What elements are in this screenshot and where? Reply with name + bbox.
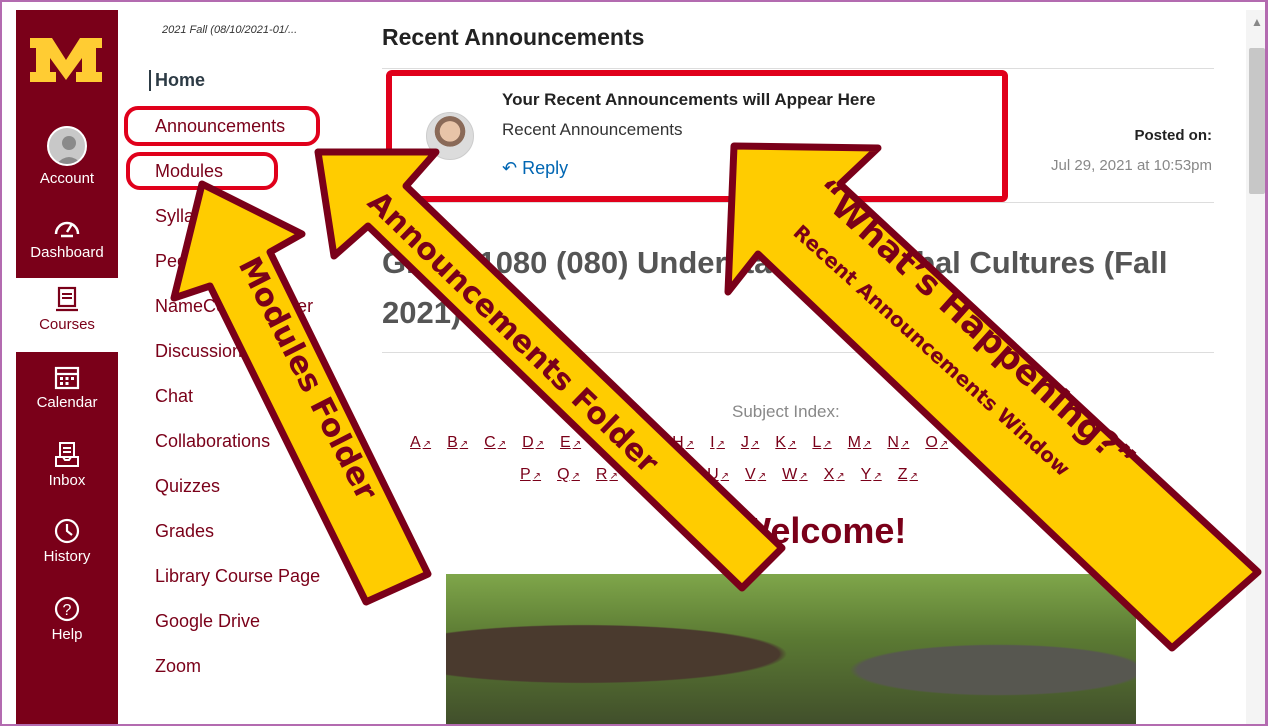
subject-index-link[interactable]: L: [812, 434, 831, 452]
subject-index-link[interactable]: U: [707, 466, 729, 484]
nav-courses-label: Courses: [39, 316, 95, 333]
divider: [382, 68, 1214, 69]
nav-calendar[interactable]: Calendar: [16, 356, 118, 428]
course-title: GLOS 1080 (080) Understanding Global Cul…: [382, 245, 1168, 330]
svg-text:?: ?: [63, 602, 72, 619]
course-nav-library[interactable]: Library Course Page: [155, 566, 320, 587]
course-photo: [446, 574, 1136, 724]
subject-index-row: PQRSTUVWXYZ: [520, 466, 934, 484]
nav-inbox-label: Inbox: [48, 472, 86, 489]
announcements-highlight: [124, 106, 320, 146]
subject-index-link[interactable]: B: [447, 434, 468, 452]
subject-index-link[interactable]: C: [484, 434, 506, 452]
help-icon: ?: [54, 596, 80, 622]
modules-highlight: [126, 152, 278, 190]
browser-frame: Account Dashboard Courses Calendar Inbox…: [0, 0, 1268, 726]
subject-index-link[interactable]: Y: [861, 466, 882, 484]
subject-index-link[interactable]: A: [410, 434, 431, 452]
subject-index-link[interactable]: Q: [557, 466, 580, 484]
inbox-icon: [55, 442, 79, 467]
subject-index-link[interactable]: F: [597, 434, 617, 452]
posted-on-label: Posted on:: [1134, 127, 1213, 144]
nav-account-label: Account: [39, 170, 95, 187]
nav-calendar-label: Calendar: [36, 394, 98, 411]
dashboard-icon: [54, 221, 80, 238]
posted-date: Jul 29, 2021 at 10:53pm: [1051, 157, 1212, 174]
nav-dashboard[interactable]: Dashboard: [16, 206, 118, 278]
nav-inbox[interactable]: Inbox: [16, 434, 118, 506]
subject-index-link[interactable]: T: [671, 466, 691, 484]
nav-dashboard-label: Dashboard: [30, 244, 104, 261]
account-avatar-icon: [47, 126, 87, 166]
course-navigation: 2021 Fall (08/10/2021-01/... Home Announ…: [118, 10, 350, 724]
subject-index-link[interactable]: R: [596, 466, 618, 484]
history-icon: [54, 518, 80, 544]
subject-index-link[interactable]: P: [520, 466, 541, 484]
course-nav-discussions[interactable]: Discussions: [155, 341, 251, 362]
subject-index-link[interactable]: K: [775, 434, 796, 452]
subject-index-link[interactable]: G: [633, 434, 656, 452]
course-nav-chat[interactable]: Chat: [155, 386, 193, 407]
divider: [382, 352, 1214, 353]
subject-index-label: Subject Index:: [732, 402, 840, 421]
subject-index-link[interactable]: D: [522, 434, 544, 452]
course-nav-quizzes[interactable]: Quizzes: [155, 476, 220, 497]
nav-history-label: History: [43, 548, 91, 565]
nav-courses[interactable]: Courses: [16, 278, 118, 352]
main-content: Recent Announcements Your Recent Announc…: [382, 10, 1242, 724]
scroll-thumb[interactable]: [1249, 48, 1265, 194]
subject-index-row: ABCDEFGHIJKLMNO: [410, 434, 964, 452]
subject-index-link[interactable]: H: [672, 434, 694, 452]
subject-index-link[interactable]: W: [782, 466, 808, 484]
courses-icon: [56, 286, 78, 312]
subject-index-link[interactable]: V: [745, 466, 766, 484]
subject-index-link[interactable]: E: [560, 434, 581, 452]
welcome-heading: Welcome!: [737, 510, 907, 551]
calendar-icon: [54, 366, 80, 390]
course-nav-people[interactable]: People: [155, 251, 211, 272]
course-nav-collaborations[interactable]: Collaborations: [155, 431, 270, 452]
course-nav-syllabus[interactable]: Syllabus: [155, 206, 223, 227]
subject-index-link[interactable]: O: [925, 434, 948, 452]
course-nav-namecoach[interactable]: NameCoach Roster: [155, 296, 313, 317]
subject-index-link[interactable]: I: [710, 434, 725, 452]
recent-announcements-heading: Recent Announcements: [382, 24, 645, 50]
nav-account[interactable]: Account: [16, 122, 118, 194]
subject-index-link[interactable]: J: [741, 434, 759, 452]
nav-history[interactable]: History: [16, 510, 118, 582]
subject-index-link[interactable]: X: [824, 466, 845, 484]
subject-index-link[interactable]: Z: [898, 466, 918, 484]
nav-help[interactable]: ? Help: [16, 588, 118, 660]
scroll-up-icon[interactable]: ▲: [1249, 14, 1265, 30]
nav-help-label: Help: [51, 626, 83, 643]
course-nav-zoom[interactable]: Zoom: [155, 656, 201, 677]
course-nav-home[interactable]: Home: [149, 70, 205, 91]
global-navigation: Account Dashboard Courses Calendar Inbox…: [16, 10, 118, 724]
course-nav-google-drive[interactable]: Google Drive: [155, 611, 260, 632]
subject-index-link[interactable]: M: [848, 434, 872, 452]
term-label: 2021 Fall (08/10/2021-01/...: [162, 24, 298, 36]
recent-announcements-highlight: [386, 70, 1008, 202]
university-logo-icon[interactable]: [28, 32, 104, 88]
subject-index-link[interactable]: S: [634, 466, 655, 484]
divider: [382, 202, 1214, 203]
course-nav-grades[interactable]: Grades: [155, 521, 214, 542]
subject-index-link[interactable]: N: [887, 434, 909, 452]
page-scrollbar[interactable]: ▲: [1246, 10, 1265, 724]
